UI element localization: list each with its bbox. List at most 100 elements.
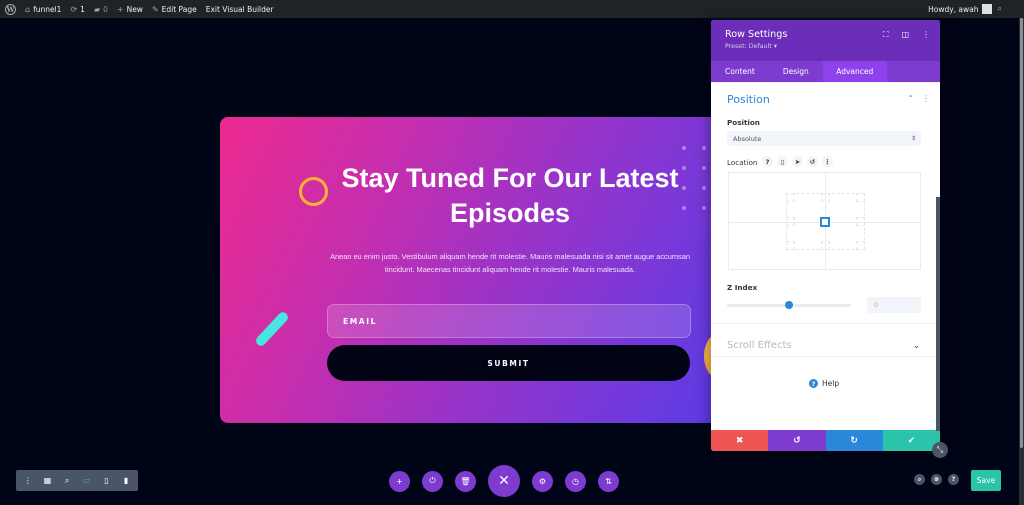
pill-decoration <box>254 310 290 348</box>
resize-handle-icon[interactable]: ⤡ <box>932 442 948 458</box>
redo-button[interactable]: ↻ <box>825 430 883 451</box>
zindex-value: 0 <box>874 301 879 309</box>
undo-button[interactable]: ↺ <box>768 430 826 451</box>
checkmark-icon: ✔ <box>907 435 916 446</box>
question-icon[interactable]: ? <box>948 474 959 485</box>
location-bottom-center[interactable] <box>821 241 830 250</box>
new-label: New <box>126 4 143 14</box>
portability-icon[interactable]: ⇅ <box>598 470 619 492</box>
slider-handle[interactable] <box>785 301 793 309</box>
add-icon[interactable]: + <box>389 470 410 492</box>
save-label: Save <box>976 476 996 485</box>
preset-dropdown[interactable]: Preset: Default ▾ <box>725 43 940 50</box>
help-link[interactable]: ? Help <box>809 379 839 388</box>
hero-section[interactable]: Stay Tuned For Our Latest Episodes Anean… <box>220 117 720 423</box>
greeting: Howdy, awah <box>928 4 979 14</box>
plus-icon: + <box>116 4 124 14</box>
tab-design[interactable]: Design <box>769 61 823 82</box>
site-name-menu[interactable]: ⌂ funnel1 <box>25 5 61 14</box>
zindex-label: Z Index <box>727 283 758 292</box>
edit-page-label: Edit Page <box>161 4 197 14</box>
tab-label: Advanced <box>836 67 874 76</box>
help-icon[interactable]: ? <box>762 156 773 167</box>
page-actions-toolbar: + ⏻ 🗑 ✕ ⚙ ◷ ⇅ <box>389 465 631 497</box>
updates-menu[interactable]: ⟳ 1 <box>70 5 84 14</box>
search-icon[interactable]: ⌕ <box>998 4 1002 14</box>
row-settings-panel: Row Settings Preset: Default ▾ ⛶ ◫ ⋮ Con… <box>711 20 940 451</box>
zindex-slider[interactable] <box>727 301 851 309</box>
tab-advanced[interactable]: Advanced <box>822 61 887 82</box>
zoom-icon[interactable]: ⌕ <box>60 476 74 486</box>
edit-page-link[interactable]: ✎ Edit Page <box>152 5 197 14</box>
save-button[interactable]: Save <box>971 470 1001 491</box>
my-account-menu[interactable]: Howdy, awah <box>928 4 992 14</box>
trash-icon[interactable]: 🗑 <box>455 470 476 492</box>
position-section-title[interactable]: Position <box>727 93 770 106</box>
page-scrollbar[interactable] <box>1019 18 1024 505</box>
submit-button[interactable]: SUBMIT <box>327 345 690 381</box>
desktop-view-icon[interactable]: ▭ <box>80 476 94 485</box>
avatar <box>981 4 992 14</box>
location-bottom-left[interactable] <box>786 241 795 250</box>
new-content-menu[interactable]: + New <box>117 5 143 14</box>
close-toolbar-icon[interactable]: ✕ <box>488 465 520 497</box>
panel-header[interactable]: Row Settings Preset: Default ▾ ⛶ ◫ ⋮ <box>711 20 940 61</box>
more-options-icon[interactable]: ⋮ <box>21 476 35 485</box>
wp-logo-menu[interactable]: W <box>5 3 16 15</box>
location-bottom-right[interactable] <box>856 241 865 250</box>
location-label: Location <box>727 158 758 167</box>
location-center-selected[interactable] <box>820 217 830 227</box>
location-center-right[interactable] <box>856 217 865 226</box>
location-top-center[interactable] <box>821 193 830 202</box>
wordpress-icon: W <box>5 3 16 15</box>
history-clock-icon[interactable]: ◷ <box>565 470 586 492</box>
hero-body: Anean eu enim justo. Vestibulum aliquam … <box>330 252 690 274</box>
panel-body: Position ⌃ ⋮ Position Absolute ⇕ Locatio… <box>711 82 940 430</box>
search-icon[interactable]: ⌕ <box>914 474 925 485</box>
position-value: Absolute <box>733 134 762 143</box>
help-circle-icon: ? <box>809 379 818 388</box>
panel-tabs: Content Design Advanced <box>711 61 940 82</box>
updates-icon: ⟳ <box>70 4 78 14</box>
hover-cursor-icon[interactable]: ➤ <box>792 156 803 167</box>
comment-icon: ▰ <box>93 4 101 14</box>
power-icon[interactable]: ⏻ <box>422 470 443 492</box>
comments-count: 0 <box>103 4 108 14</box>
position-select[interactable]: Absolute ⇕ <box>727 131 921 146</box>
location-top-left[interactable] <box>786 193 795 202</box>
settings-gear-icon[interactable]: ⚙ <box>532 470 553 492</box>
responsive-icon[interactable]: ▯ <box>777 156 788 167</box>
panel-scrollbar[interactable] <box>936 197 940 431</box>
discard-button[interactable]: ✖ <box>711 430 769 451</box>
email-input[interactable]: EMAIL <box>327 304 691 338</box>
phone-view-icon[interactable]: ▮ <box>119 476 133 485</box>
exit-visual-builder-link[interactable]: Exit Visual Builder <box>206 5 274 14</box>
split-view-icon[interactable]: ◫ <box>901 30 909 40</box>
zindex-input[interactable]: 0 <box>867 297 921 313</box>
location-grid[interactable] <box>728 172 921 270</box>
submit-label: SUBMIT <box>487 358 530 368</box>
email-placeholder: EMAIL <box>343 316 377 326</box>
dashboard-icon: ⌂ <box>25 4 31 14</box>
wireframe-icon[interactable]: ▦ <box>40 476 54 485</box>
panel-footer: ✖ ↺ ↻ ✔ <box>711 430 940 451</box>
hero-title: Stay Tuned For Our Latest Episodes <box>341 163 679 228</box>
reset-icon[interactable]: ↺ <box>807 156 818 167</box>
location-center-left[interactable] <box>786 217 795 226</box>
undo-icon: ↺ <box>793 435 801 446</box>
help-label: Help <box>822 379 840 388</box>
tablet-view-icon[interactable]: ▯ <box>99 476 113 485</box>
tab-label: Content <box>725 67 755 76</box>
section-more-icon[interactable]: ⋮ <box>922 94 930 103</box>
scroll-effects-title[interactable]: Scroll Effects <box>727 340 792 351</box>
tab-content[interactable]: Content <box>711 61 769 82</box>
more-options-icon[interactable]: ⋮ <box>922 30 930 40</box>
location-top-right[interactable] <box>856 193 865 202</box>
help-support-icon[interactable]: ⊛ <box>931 474 942 485</box>
updates-count: 1 <box>80 4 85 14</box>
chevron-down-icon[interactable]: ⌄ <box>913 341 920 350</box>
chevron-up-icon[interactable]: ⌃ <box>907 94 914 103</box>
comments-menu[interactable]: ▰ 0 <box>94 5 108 14</box>
location-more-icon[interactable]: ⋮ <box>822 156 833 167</box>
fullscreen-icon[interactable]: ⛶ <box>883 30 889 40</box>
